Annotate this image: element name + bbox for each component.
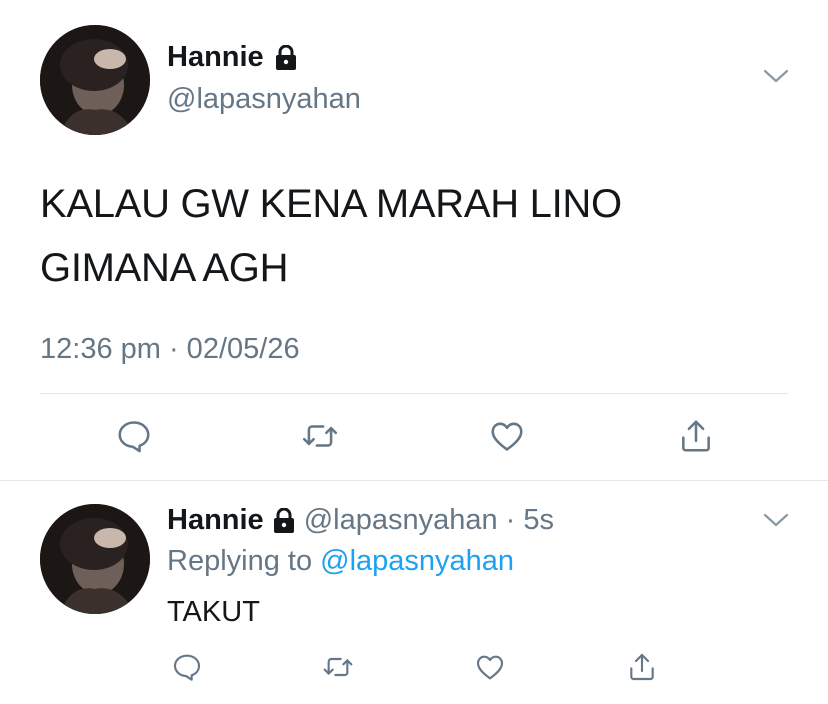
divider [40, 393, 788, 394]
user-handle[interactable]: @lapasnyahan [167, 83, 361, 116]
chevron-down-icon[interactable] [762, 66, 790, 86]
comment-icon [173, 654, 201, 681]
replying-to: Replying to @lapasnyahan [167, 545, 514, 578]
comment-icon [118, 421, 150, 453]
lock-icon [274, 44, 298, 71]
tweet-timestamp[interactable]: 12:36 pm · 02/05/26 [40, 333, 300, 366]
share-icon [682, 420, 710, 452]
reply-button[interactable] [114, 416, 154, 456]
tweet-text: TAKUT [167, 596, 260, 628]
avatar-photo [40, 504, 150, 614]
retweet-icon [323, 657, 353, 677]
retweet-icon [302, 425, 338, 447]
like-button[interactable] [473, 650, 507, 684]
lock-icon [272, 507, 296, 534]
heart-icon [491, 422, 523, 451]
divider [0, 480, 828, 481]
share-button[interactable] [625, 650, 659, 684]
user-handle-time[interactable]: @lapasnyahan · 5s [304, 504, 554, 537]
share-button[interactable] [676, 416, 716, 456]
chevron-down-icon[interactable] [762, 510, 790, 530]
avatar[interactable] [40, 25, 150, 135]
tweet-text: KALAU GW KENA MARAH LINO GIMANA AGH [40, 182, 622, 290]
like-button[interactable] [487, 416, 527, 456]
retweet-button[interactable] [321, 650, 355, 684]
display-name[interactable]: Hannie [167, 504, 264, 537]
reply-header: Hannie @lapasnyahan · 5s [167, 504, 554, 537]
mention-link[interactable]: @lapasnyahan [320, 545, 514, 577]
share-icon [630, 653, 654, 681]
retweet-button[interactable] [300, 416, 340, 456]
avatar-photo [40, 25, 150, 135]
display-name[interactable]: Hannie [167, 41, 298, 74]
heart-icon [476, 655, 504, 680]
reply-button[interactable] [170, 650, 204, 684]
display-name-text: Hannie [167, 41, 264, 73]
replying-prefix: Replying to [167, 545, 313, 577]
avatar[interactable] [40, 504, 150, 614]
